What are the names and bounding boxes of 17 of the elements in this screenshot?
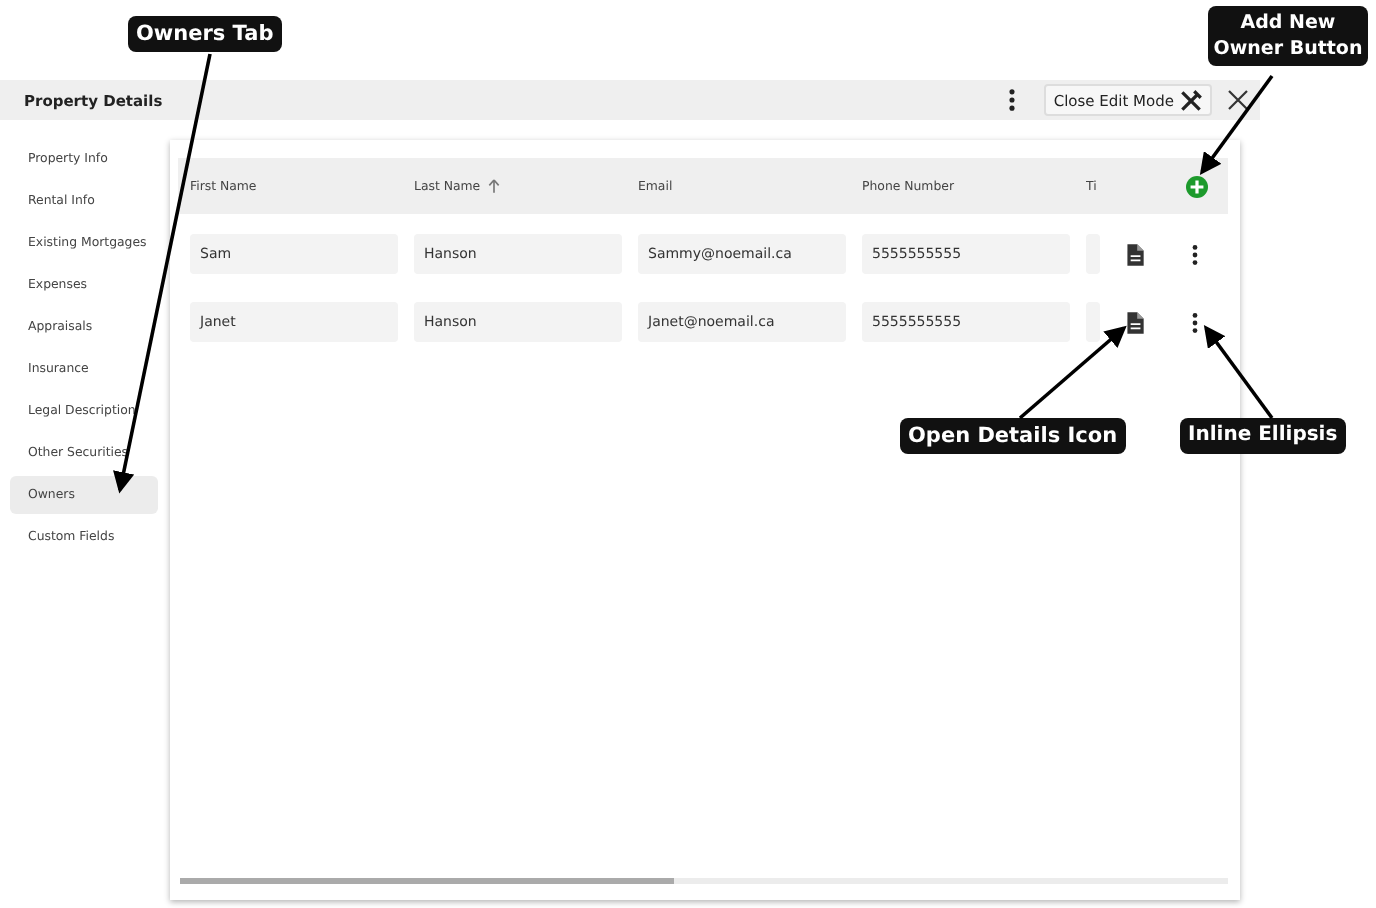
callout-label: Inline Ellipsis: [1180, 418, 1346, 454]
scrollbar[interactable]: [180, 878, 1228, 884]
tools-icon: [1178, 87, 1204, 113]
input-field[interactable]: [1086, 302, 1100, 342]
document-icon: [1121, 241, 1147, 267]
plus-icon: [1186, 175, 1208, 197]
callout-label: Add New Owner Button: [1208, 6, 1368, 66]
callout-label: Owners Tab: [128, 16, 282, 52]
arrow: [1199, 74, 1274, 175]
callout-label: Open Details Icon: [900, 418, 1126, 454]
arrow: [1203, 325, 1274, 420]
scrollbar-thumb[interactable]: [180, 878, 674, 884]
close-button[interactable]: [1224, 86, 1252, 114]
add-button[interactable]: [1186, 175, 1208, 197]
document-icon: [1121, 309, 1147, 335]
arrow: [1018, 325, 1127, 420]
close-icon: [1226, 88, 1250, 112]
